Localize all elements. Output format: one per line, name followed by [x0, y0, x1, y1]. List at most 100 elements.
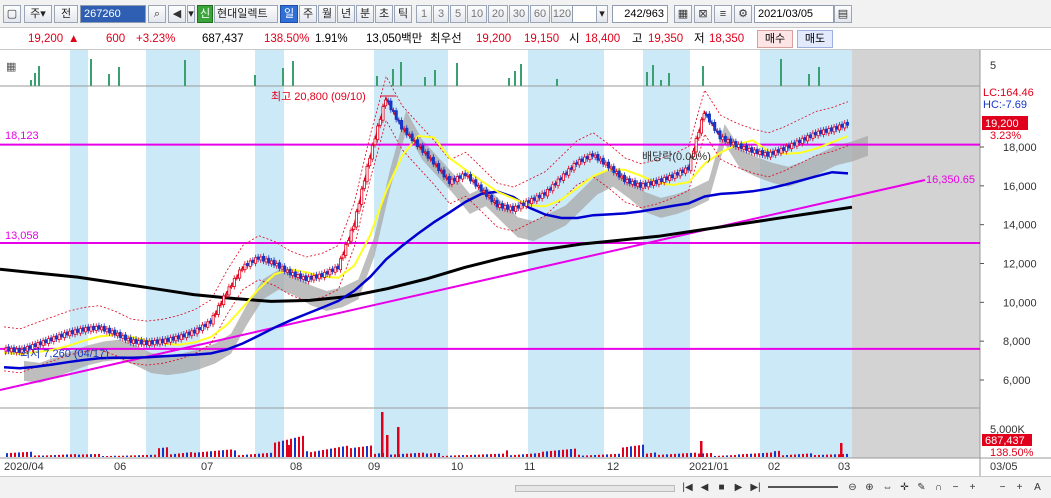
scroll-left-icon[interactable]: ◀	[697, 480, 712, 495]
dropdown-small[interactable]: ▾	[187, 5, 195, 23]
volume-bar	[410, 453, 412, 457]
volume-bar	[238, 455, 240, 457]
scroll-first-icon[interactable]: |◀	[680, 480, 695, 495]
interval-tab-30[interactable]: 30	[509, 5, 529, 23]
stop-icon[interactable]: ■	[714, 480, 729, 495]
candle-body	[662, 177, 666, 183]
credit-tag: 신	[197, 5, 213, 23]
period-tab-3[interactable]: 년	[337, 5, 355, 23]
volume-bar	[798, 454, 800, 457]
crosshair-icon[interactable]: ✛	[897, 480, 912, 495]
candle-body	[100, 326, 104, 331]
candle-body	[543, 192, 547, 196]
font-icon[interactable]: +	[1012, 480, 1027, 495]
period-tab-0[interactable]: 일	[280, 5, 298, 23]
best-bid: 19,150	[524, 33, 560, 45]
period-tab-6[interactable]: 틱	[394, 5, 412, 23]
candle-body	[331, 268, 335, 272]
price-chart[interactable]: 18,000 16,000 14,000 12,000 10,000 8,000 6,000…	[0, 50, 1051, 476]
bar-width-icon[interactable]: ⇔	[880, 480, 895, 495]
interval-tab-3[interactable]: 3	[433, 5, 449, 23]
interval-tab-20[interactable]: 20	[488, 5, 508, 23]
change-percent: +3.23%	[136, 33, 176, 45]
volume-bar	[470, 454, 472, 457]
candle-body	[214, 313, 218, 315]
volume-bar	[258, 453, 260, 457]
shade-band-2	[255, 50, 284, 458]
zoom-in-icon[interactable]: ⊕	[862, 480, 877, 495]
volume-bar	[26, 451, 28, 457]
text-size-large-icon[interactable]: +	[965, 480, 980, 495]
count-input[interactable]: 242/963	[612, 5, 668, 23]
type-select[interactable]: 전	[54, 5, 78, 23]
text-size-small-icon[interactable]: −	[948, 480, 963, 495]
candle-body	[52, 336, 56, 342]
candle-body	[522, 202, 526, 206]
volume-bar	[346, 445, 348, 457]
candle-body	[373, 138, 377, 146]
volume-bar	[462, 455, 464, 457]
candle-body	[201, 324, 205, 331]
candle-body	[408, 134, 412, 137]
period-tab-4[interactable]: 분	[356, 5, 374, 23]
indicator-panel-icon[interactable]: ▦	[6, 60, 16, 73]
candle-body	[500, 203, 504, 209]
volume-spike-1	[397, 427, 400, 457]
draw-icon[interactable]: ✎	[914, 480, 929, 495]
buy-button[interactable]: 매수	[757, 30, 793, 48]
candle-body	[564, 172, 568, 175]
volume-bar	[358, 447, 360, 457]
candle-body	[365, 166, 369, 183]
candle-body	[283, 265, 287, 272]
candle-body	[68, 330, 72, 337]
candle-body	[198, 327, 202, 331]
candle-body	[511, 205, 515, 212]
interval-tab-10[interactable]: 10	[467, 5, 487, 23]
candle-body	[277, 262, 281, 269]
candle-body	[62, 332, 66, 339]
period-tab-5[interactable]: 초	[375, 5, 393, 23]
grid-icon[interactable]: ▦	[674, 5, 692, 23]
interval-tab-60[interactable]: 60	[530, 5, 550, 23]
chart-toggle-icon[interactable]: ⊠	[694, 5, 712, 23]
lines-icon[interactable]: ≡	[714, 5, 732, 23]
magnet-icon[interactable]: ∩	[931, 480, 946, 495]
scroll-right-icon[interactable]: ▶	[731, 480, 746, 495]
candle-body	[158, 339, 162, 345]
period-tab-2[interactable]: 월	[318, 5, 336, 23]
period-tab-1[interactable]: 주	[299, 5, 317, 23]
gear-icon[interactable]: ⚙	[734, 5, 752, 23]
volume-bar	[414, 453, 416, 457]
candle-body	[694, 138, 698, 153]
candle-body	[296, 274, 300, 278]
speaker-icon[interactable]: ◀	[168, 5, 186, 23]
stock-code-input[interactable]: 267260	[80, 5, 146, 23]
sell-button[interactable]: 매도	[797, 30, 833, 48]
calendar-icon[interactable]: ▤	[834, 5, 852, 23]
interval-tab-5[interactable]: 5	[450, 5, 466, 23]
candle-body	[429, 157, 433, 160]
indicator-bar	[556, 79, 558, 86]
font-small-icon[interactable]: −	[995, 480, 1010, 495]
search-icon[interactable]: ⌕	[148, 5, 166, 23]
interval-dropdown[interactable]: ▾	[596, 5, 608, 23]
date-input[interactable]: 2021/03/05	[754, 5, 834, 23]
zoom-slider[interactable]	[768, 486, 838, 488]
candle-body	[368, 157, 372, 167]
volume-bar	[142, 455, 144, 457]
scroll-last-icon[interactable]: ▶|	[748, 480, 763, 495]
volume-bar	[70, 454, 72, 457]
volume-bar	[586, 455, 588, 457]
volume-bar	[794, 454, 796, 457]
shade-band-0	[70, 50, 88, 458]
horizontal-scrollbar[interactable]	[515, 485, 675, 492]
interval-tab-120[interactable]: 120	[551, 5, 573, 23]
font-large-icon[interactable]: A	[1030, 480, 1045, 495]
market-select[interactable]: 주▾	[24, 5, 52, 23]
interval-tab-1[interactable]: 1	[416, 5, 432, 23]
zoom-out-icon[interactable]: ⊖	[845, 480, 860, 495]
candle-body	[540, 192, 544, 199]
shade-band-5	[643, 50, 690, 458]
volume-bar	[698, 453, 700, 457]
window-icon[interactable]: ▢	[3, 5, 21, 23]
